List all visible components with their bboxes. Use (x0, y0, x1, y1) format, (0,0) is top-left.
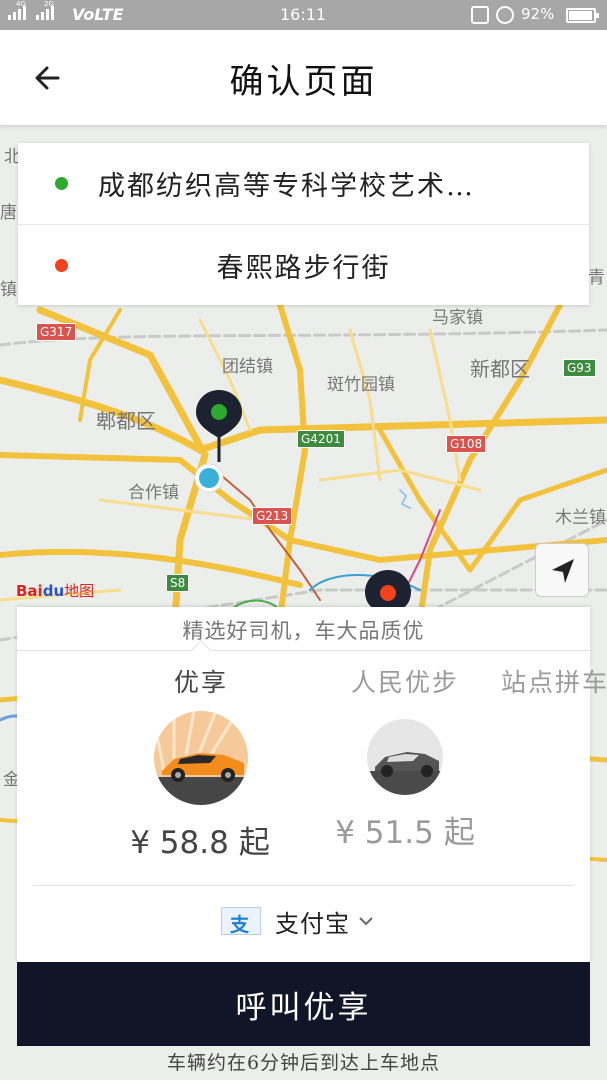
road-sign-s8: S8 (166, 574, 190, 592)
origin-pin-icon (196, 390, 242, 462)
alipay-icon: 支 (221, 907, 261, 936)
map-label-zhen: 镇 (0, 280, 17, 300)
header: 确认页面 (0, 30, 607, 125)
eta-text: 车辆约在6分钟后到达上车地点 (166, 1052, 441, 1074)
car-option-name: 优享 (173, 668, 228, 697)
map-label-banzhuyuan: 斑竹园镇 (327, 375, 395, 395)
car-option-renmin[interactable]: 人民优步 ¥ 51.5 起 (335, 663, 475, 852)
route-card: 成都纺织高等专科学校艺术… 春熙路步行街 (18, 143, 589, 305)
origin-text: 成都纺织高等专科学校艺术… (98, 171, 475, 202)
car-option-name: 人民优步 (350, 668, 459, 697)
map-label-tuanjie: 团结镇 (222, 357, 273, 377)
destination-text: 春熙路步行街 (216, 253, 391, 284)
map-label-mulan: 木兰镇 (555, 508, 606, 528)
map-label-tang: 唐 (0, 203, 17, 223)
network-type-2: 2G (44, 0, 54, 8)
baidu-map-logo: Baidu地图 (16, 582, 95, 600)
clock: 16:11 (280, 5, 327, 24)
locate-me-button[interactable] (535, 543, 589, 597)
road-sign-g108: G108 (446, 435, 487, 453)
map-label-qing: 青 (588, 268, 605, 288)
rotation-lock-icon (496, 6, 514, 24)
payment-label: 支付宝 (275, 909, 350, 938)
map-label-pidu: 郫都区 (96, 409, 156, 433)
chevron-down-icon (359, 917, 373, 926)
navigation-arrow-icon (552, 559, 574, 583)
origin-row[interactable]: 成都纺织高等专科学校艺术… (18, 143, 589, 224)
car-option-name: 站点拼车 (501, 668, 607, 697)
road-sign-g317: G317 (36, 323, 77, 341)
car-gray-icon (367, 719, 443, 795)
battery-icon (566, 8, 599, 23)
ride-options-sheet: 精选好司机，车大品质优 优享 ¥ 58.8 起 人民优步 ¥ 51.5 起 站点… (17, 607, 607, 962)
car-option-price: 51.5 (364, 815, 434, 851)
mute-icon (471, 6, 489, 24)
road-sign-g213: G213 (252, 507, 293, 525)
road-sign-g93: G93 (563, 359, 596, 377)
road-sign-g4201: G4201 (297, 430, 345, 448)
page-title: 确认页面 (229, 62, 378, 102)
car-option-zhandian[interactable]: 站点拼车 (501, 663, 607, 699)
network-type-1: 4G (16, 0, 26, 8)
battery-percent: 92% (521, 5, 555, 23)
current-location-dot-icon (194, 463, 224, 493)
map-label-hezuo: 合作镇 (128, 483, 179, 503)
car-option-price: 58.8 (159, 825, 229, 861)
call-ride-button[interactable]: 呼叫优享 (17, 962, 590, 1046)
destination-pin-icon (365, 570, 411, 608)
destination-row[interactable]: 春熙路步行街 (18, 224, 589, 305)
slogan: 精选好司机，车大品质优 (182, 619, 425, 643)
status-bar: 4G 2G VoLTE 16:11 92% (0, 0, 607, 30)
map-label-xindu: 新都区 (470, 357, 530, 381)
origin-dot-icon (55, 177, 68, 190)
signal-icon (8, 6, 54, 20)
map-label-majia: 马家镇 (432, 308, 483, 328)
car-orange-icon (154, 711, 248, 805)
car-option-youxiang[interactable]: 优享 ¥ 58.8 起 (130, 663, 270, 862)
payment-selector[interactable]: 支 支付宝 (221, 905, 374, 938)
volte-label: VoLTE (72, 5, 124, 24)
